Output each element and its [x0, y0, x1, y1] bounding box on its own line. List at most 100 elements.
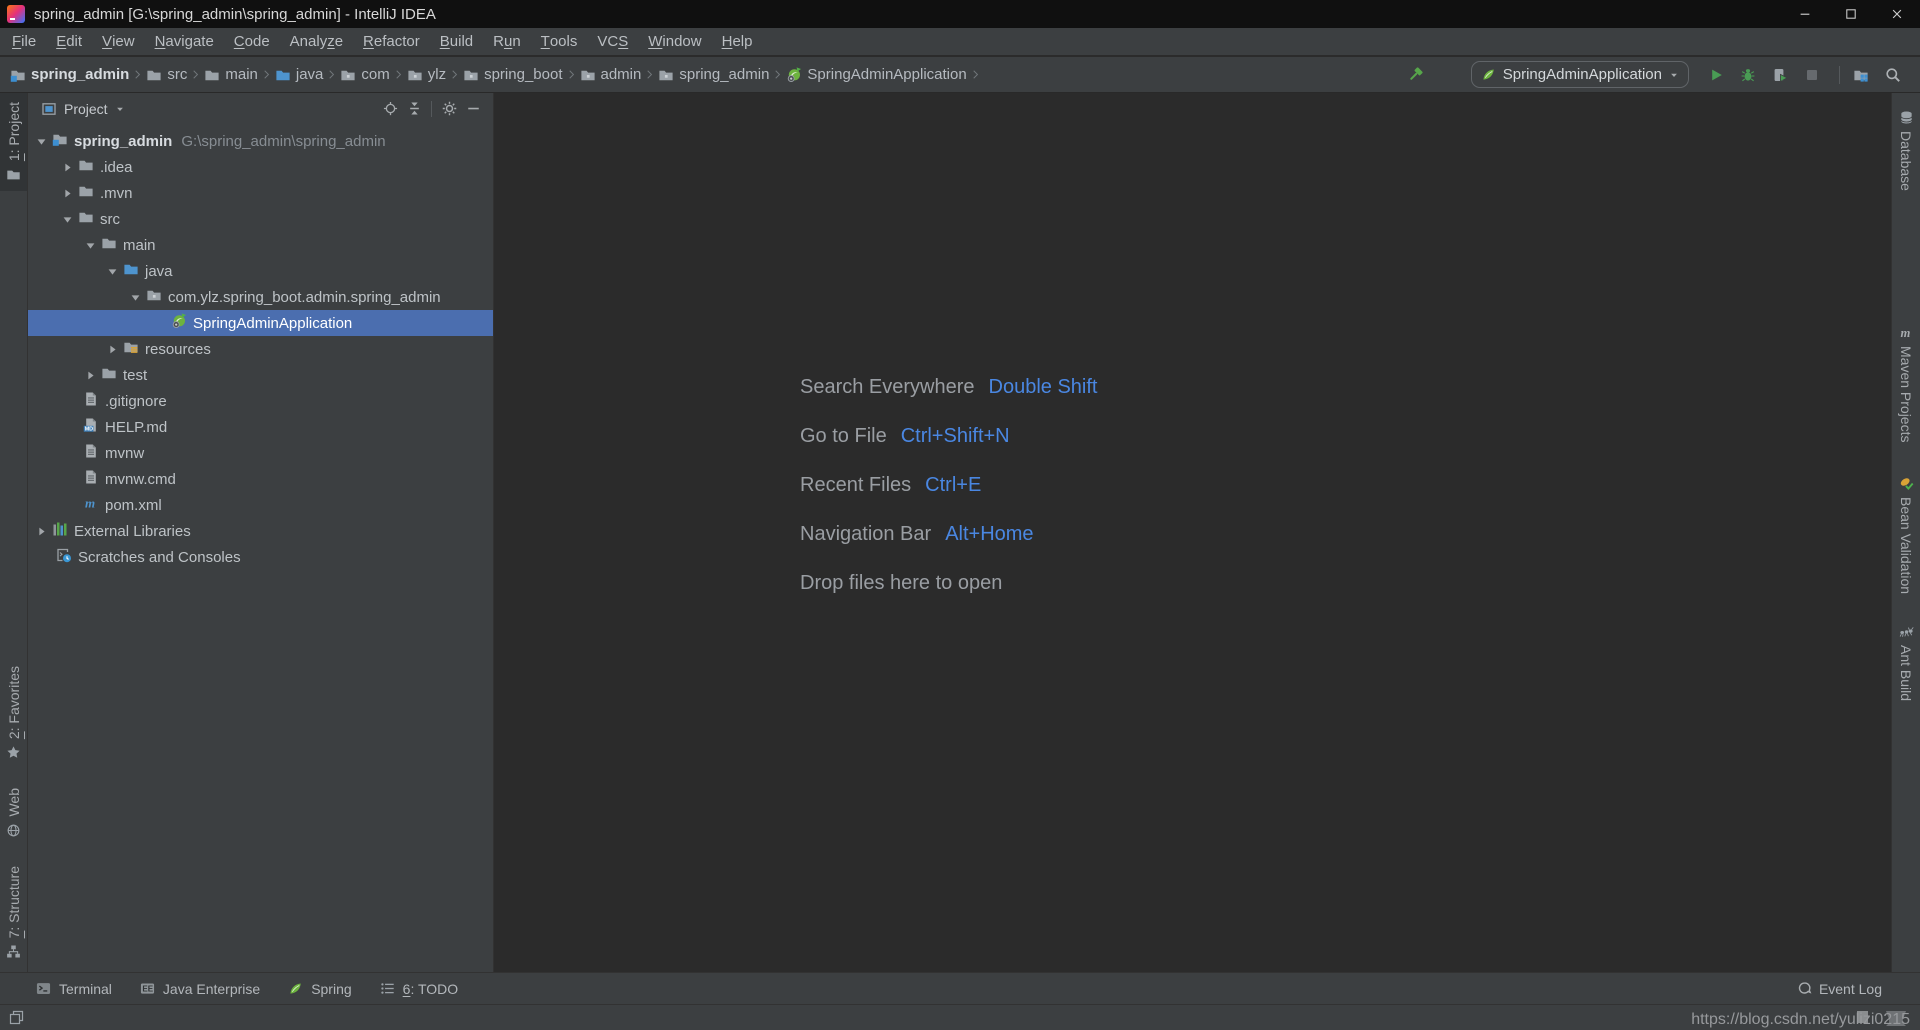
breadcrumb-item[interactable]: com [340, 66, 389, 83]
tool-window-tab-ant-build[interactable]: Ant Build [1892, 615, 1920, 710]
tree-row[interactable]: .idea [28, 154, 493, 180]
hide-minus-button[interactable] [461, 97, 485, 121]
toggle-tool-windows-icon[interactable] [9, 1010, 24, 1025]
chevron-down-icon[interactable] [60, 212, 74, 226]
tool-window-tab--structure[interactable]: 7: Structure [0, 857, 27, 968]
tree-row[interactable]: .mvn [28, 180, 493, 206]
chevron-right-icon[interactable] [60, 186, 74, 200]
win-min-icon [1798, 7, 1812, 21]
menu-item-help[interactable]: Help [712, 28, 763, 55]
shortcut-hint-keys: Ctrl+E [925, 474, 981, 497]
intellij-window: spring_admin [G:\spring_admin\spring_adm… [0, 0, 1920, 1030]
tree-row[interactable]: Scratches and Consoles [28, 544, 493, 570]
toggle-panels-icon [9, 1010, 24, 1025]
menu-item-code[interactable]: Code [224, 28, 280, 55]
debug-button[interactable] [1735, 62, 1761, 88]
tree-row[interactable]: SpringAdminApplication [28, 310, 493, 336]
tool-window-tab--project[interactable]: 1: Project [0, 93, 27, 191]
tree-row[interactable]: MDHELP.md [28, 414, 493, 440]
menu-item-window[interactable]: Window [638, 28, 711, 55]
run-with-coverage-button[interactable] [1767, 62, 1793, 88]
breadcrumb-item[interactable]: java [275, 66, 324, 83]
window-icon-project-icon [41, 101, 57, 117]
chevron-sep-icon [643, 68, 656, 81]
menu-item-vcs[interactable]: VCS [587, 28, 638, 55]
tree-row[interactable]: resources [28, 336, 493, 362]
menu-item-tools[interactable]: Tools [531, 28, 588, 55]
settings-gear-button[interactable] [437, 97, 461, 121]
tree-row[interactable]: spring_adminG:\spring_admin\spring_admin [28, 128, 493, 154]
navigation-toolbar: spring_admin srcmain javacom ylz spring_boot… [0, 57, 1920, 93]
tool-window-tab--favorites[interactable]: 2: Favorites [0, 657, 27, 769]
run-configuration-select[interactable]: SpringAdminApplication [1471, 61, 1689, 88]
chevron-down-icon[interactable] [105, 264, 119, 278]
breadcrumb-item[interactable]: spring_admin [658, 66, 769, 83]
menu-item-view[interactable]: View [92, 28, 145, 55]
collapse-all-button[interactable] [402, 97, 426, 121]
menu-item-edit[interactable]: Edit [46, 28, 92, 55]
tool-window-tab-database[interactable]: Database [1892, 101, 1920, 200]
tree-row[interactable]: test [28, 362, 493, 388]
tool-window-tab-web[interactable]: Web [0, 779, 27, 847]
database-icon [1899, 110, 1914, 125]
chevron-right-icon[interactable] [60, 160, 74, 174]
editor-empty-area: Search EverywhereDouble ShiftGo to FileC… [494, 93, 1891, 972]
window-title: spring_admin [G:\spring_admin\spring_adm… [34, 6, 436, 23]
chevron-right-icon[interactable] [83, 368, 97, 382]
tree-item-label: mvnw [105, 445, 144, 462]
breadcrumb-item[interactable]: ylz [407, 66, 446, 83]
search-everywhere-button[interactable] [1880, 62, 1906, 88]
menu-item-file[interactable]: File [2, 28, 46, 55]
chevron-right-icon[interactable] [105, 342, 119, 356]
bottom-tab-spring[interactable]: Spring [288, 981, 351, 997]
tree-row[interactable]: main [28, 232, 493, 258]
tool-window-tab-bean-validation[interactable]: Bean Validation [1892, 467, 1920, 603]
tree-row[interactable]: .gitignore [28, 388, 493, 414]
window-minimize-button[interactable] [1782, 0, 1828, 28]
chevron-down-icon[interactable] [34, 134, 48, 148]
chevron-down-icon[interactable] [128, 290, 142, 304]
breadcrumb-item[interactable]: SpringAdminApplication [786, 66, 966, 83]
breadcrumb-item[interactable]: spring_admin [10, 66, 129, 83]
chevron-down-icon[interactable] [83, 238, 97, 252]
tree-item-label: HELP.md [105, 419, 167, 436]
menu-item-build[interactable]: Build [430, 28, 483, 55]
intellij-logo-icon [7, 5, 25, 23]
menu-item-navigate[interactable]: Navigate [145, 28, 224, 55]
menu-item-analyze[interactable]: Analyze [280, 28, 353, 55]
stop-button[interactable] [1799, 62, 1825, 88]
breadcrumb-item[interactable]: src [146, 66, 187, 83]
shortcut-hint-keys: Ctrl+Shift+N [901, 425, 1010, 448]
tool-window-tab-maven-projects[interactable]: mMaven Projects [1892, 316, 1920, 451]
breadcrumb-item[interactable]: main [204, 66, 258, 83]
shortcut-hint-label: Navigation Bar [800, 523, 931, 546]
menu-item-run[interactable]: Run [483, 28, 531, 55]
menu-item-refactor[interactable]: Refactor [353, 28, 430, 55]
chevron-right-icon[interactable] [34, 524, 48, 538]
breadcrumb-separator [565, 68, 578, 81]
tree-row[interactable]: java [28, 258, 493, 284]
tree-row[interactable]: External Libraries [28, 518, 493, 544]
breadcrumb-item[interactable]: admin [580, 66, 642, 83]
tree-row[interactable]: mvnw [28, 440, 493, 466]
bottom-tab-java-enterprise[interactable]: EEJava Enterprise [140, 981, 260, 997]
bottom-tab-terminal[interactable]: Terminal [36, 981, 112, 997]
caret-down-icon [1669, 70, 1679, 80]
window-close-button[interactable] [1874, 0, 1920, 28]
locate-button[interactable] [378, 97, 402, 121]
project-folder-icon [10, 67, 26, 83]
event-log-button[interactable]: Event Log [1797, 981, 1882, 997]
breadcrumb-item[interactable]: spring_boot [463, 66, 562, 83]
build-button[interactable] [1403, 62, 1429, 88]
tree-row[interactable]: src [28, 206, 493, 232]
tree-row[interactable]: mpom.xml [28, 492, 493, 518]
run-button[interactable] [1703, 62, 1729, 88]
collapse-all-icon [407, 101, 422, 116]
tree-row[interactable]: com.ylz.spring_boot.admin.spring_admin [28, 284, 493, 310]
bottom-tab--todo[interactable]: 6: TODO [380, 981, 459, 997]
tree-row[interactable]: mvnw.cmd [28, 466, 493, 492]
project-panel-title[interactable]: Project [41, 101, 125, 117]
project-structure-button[interactable] [1848, 62, 1874, 88]
window-maximize-button[interactable] [1828, 0, 1874, 28]
breadcrumb-label: spring_admin [679, 66, 769, 83]
